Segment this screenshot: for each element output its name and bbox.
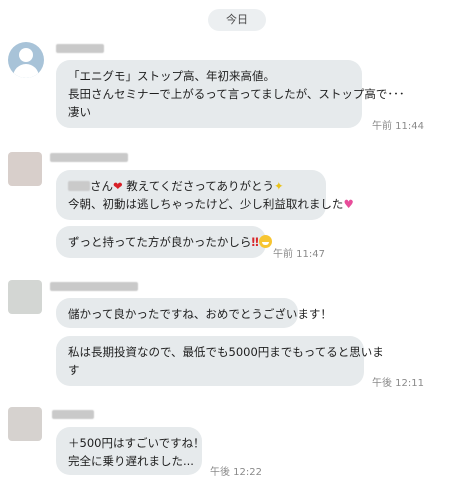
sender-name-redacted [56, 44, 104, 53]
message-timestamp: 午後 12:11 [372, 378, 424, 389]
message-timestamp: 午後 12:22 [210, 467, 262, 478]
avatar[interactable] [8, 280, 42, 314]
grinning-face-icon [258, 235, 272, 248]
avatar[interactable] [8, 152, 42, 186]
message-bubble[interactable]: 私は長期投資なので、最低でも5000円までもってると思いま す [56, 336, 384, 386]
sender-name-redacted [50, 282, 138, 291]
profit-text: 今朝、初動は逃しちゃったけど、少し利益取れました [68, 197, 344, 211]
message-line: 凄い [68, 105, 91, 119]
message-timestamp: 午前 11:44 [372, 121, 424, 132]
message-line: 長田さんセミナーで上がるって言ってましたが、ストップ高で･･･ [68, 87, 405, 101]
message-line: ＋500円はすごいですね！ [68, 436, 205, 450]
avatar[interactable] [8, 42, 44, 78]
date-divider: 今日 [208, 9, 266, 31]
red-heart-icon: ❤ [113, 179, 123, 193]
message-line: す [68, 363, 80, 377]
message-line: 私は長期投資なので、最低でも5000円までもってると思いま [68, 345, 384, 359]
message-line: 完全に乗り遅れました... [68, 454, 194, 468]
message-bubble[interactable]: 「エニグモ」ストップ高、年初来高値。 長田さんセミナーで上がるって言ってましたが… [56, 60, 405, 128]
message-text: 儲かって良かったですね、おめでとうございます！ [68, 307, 332, 321]
thanks-text: 教えてくださってありがとう [122, 179, 274, 193]
message-bubble[interactable]: ＋500円はすごいですね！ 完全に乗り遅れました... [56, 427, 205, 475]
avatar-head-shape [19, 48, 33, 62]
message-bubble[interactable]: ずっと持ってた方が良かったかしら‼ [56, 226, 272, 258]
message-bubble[interactable]: さん❤ 教えてくださってありがとう✦ 今朝、初動は逃しちゃったけど、少し利益取れ… [56, 170, 354, 220]
sender-name-redacted [52, 410, 94, 419]
sender-name-redacted [50, 153, 128, 162]
double-exclamation-icon: ‼ [251, 235, 259, 249]
message-line: 「エニグモ」ストップ高、年初来高値。 [68, 69, 275, 83]
sparkling-heart-icon: ♥ [343, 197, 354, 211]
reply-text: ずっと持ってた方が良かったかしら [68, 235, 252, 249]
sparkle-icon: ✦ [273, 179, 284, 193]
message-line: 今朝、初動は逃しちゃったけど、少し利益取れました♥ [68, 195, 354, 213]
avatar[interactable] [8, 407, 42, 441]
mention-suffix: さん [90, 179, 113, 193]
message-timestamp: 午前 11:47 [273, 249, 325, 260]
message-line: さん❤ 教えてくださってありがとう✦ [68, 177, 314, 195]
avatar-body-shape [13, 64, 39, 78]
mention-name-redacted [68, 181, 90, 191]
message-bubble[interactable]: 儲かって良かったですね、おめでとうございます！ [56, 298, 332, 328]
